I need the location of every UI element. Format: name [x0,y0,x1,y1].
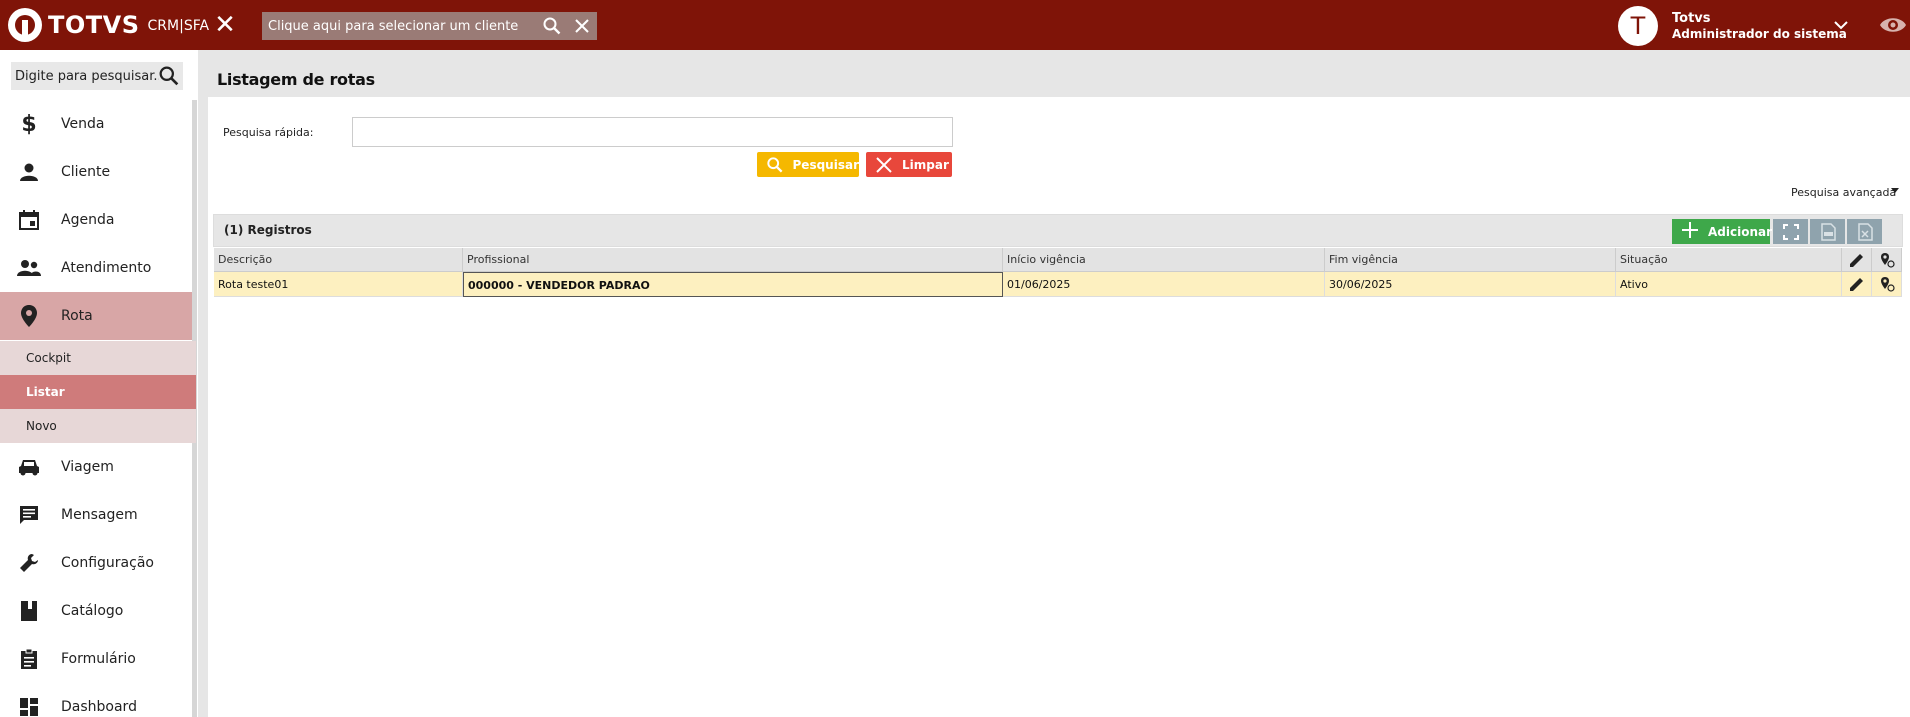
column-header-descricao[interactable]: Descrição [214,248,463,272]
excel-icon [1857,222,1873,241]
sidebar-item-label: Viagem [61,459,114,475]
sidebar-search-placeholder: Digite para pesquisar... [15,68,159,84]
client-selector[interactable]: Clique aqui para selecionar um cliente [262,12,597,40]
map-pin-icon [1880,252,1895,268]
edit-row-button[interactable] [1842,272,1872,297]
dashboard-icon [17,695,41,717]
sidebar-item-viagem[interactable]: Viagem [0,443,192,491]
sidebar-item-configuracao[interactable]: Configuração [0,539,192,587]
totvs-logo[interactable]: TOTVS CRM|SFA [8,8,209,42]
advanced-search-toggle[interactable]: Pesquisa avançada [1791,186,1896,199]
clipboard-icon [17,647,41,671]
sidebar-item-cliente[interactable]: Cliente [0,148,192,196]
table-row-descricao[interactable]: Rota teste01 [214,272,463,297]
caret-down-icon[interactable] [1891,188,1899,193]
eye-icon[interactable] [1878,13,1908,37]
sidebar-subitem-cockpit[interactable]: Cockpit [0,341,196,375]
column-header-fim-vigencia[interactable]: Fim vigência [1325,248,1616,272]
map-row-button[interactable] [1872,272,1902,297]
table-row-inicio-vigencia[interactable]: 01/06/2025 [1003,272,1325,297]
sidebar-item-label: Agenda [61,212,115,228]
sidebar-item-label: Formulário [61,651,136,667]
export-pdf-button[interactable] [1810,219,1845,244]
quick-search-label: Pesquisa rápida: [223,126,314,139]
column-header-inicio-vigencia[interactable]: Início vigência [1003,248,1325,272]
sidebar-item-venda[interactable]: $ Venda [0,100,192,148]
add-button-label: Adicionar [1708,224,1773,239]
top-bar: TOTVS CRM|SFA ✕ Clique aqui para selecio… [0,0,1910,50]
search-button[interactable]: Pesquisar [757,152,859,177]
sidebar-item-label: Mensagem [61,507,138,523]
logo-subtitle: CRM|SFA [147,18,210,34]
logo-text: TOTVS [48,11,140,39]
sidebar-item-label: Configuração [61,555,154,571]
sidebar-item-label: Catálogo [61,603,124,619]
records-count: (1) Registros [224,223,312,237]
sidebar-item-rota[interactable]: Rota [0,292,192,340]
client-selector-placeholder: Clique aqui para selecionar um cliente [268,18,519,34]
add-button[interactable]: Adicionar [1672,219,1773,244]
sidebar-item-atendimento[interactable]: Atendimento [0,244,192,292]
pdf-icon [1820,222,1836,241]
dollar-icon: $ [21,111,37,137]
pencil-icon [1849,253,1863,267]
search-button-label: Pesquisar [792,157,859,172]
sidebar-item-formulario[interactable]: Formulário [0,635,192,683]
chevron-down-icon[interactable] [1832,16,1850,34]
location-pin-icon [17,304,41,328]
export-excel-button[interactable] [1847,219,1882,244]
column-header-profissional[interactable]: Profissional [463,248,1003,272]
fullscreen-icon [1782,223,1799,240]
plus-icon [1682,222,1698,241]
map-pin-icon [1880,277,1895,292]
column-header-edit [1842,248,1872,272]
sidebar-subitem-listar[interactable]: Listar [0,375,196,409]
sidebar-item-label: Venda [61,116,105,132]
sidebar-item-label: Rota [61,308,93,324]
sidebar-item-agenda[interactable]: Agenda [0,196,192,244]
people-icon [17,256,41,280]
column-header-map [1872,248,1902,272]
page-title: Listagem de rotas [217,70,375,89]
person-icon [17,160,41,184]
table-row-situacao[interactable]: Ativo [1616,272,1842,297]
sidebar-item-label: Dashboard [61,699,137,715]
sidebar-subitem-novo[interactable]: Novo [0,409,196,443]
sidebar-item-label: Atendimento [61,260,152,276]
sidebar-item-dashboard[interactable]: Dashboard [0,683,192,717]
pencil-icon [1849,278,1863,291]
search-icon [767,156,785,174]
table-row-fim-vigencia[interactable]: 30/06/2025 [1325,272,1616,297]
calendar-icon [17,208,41,232]
totvs-logo-icon [8,8,42,42]
close-icon [876,156,894,174]
close-menu-icon[interactable]: ✕ [212,12,238,38]
clear-client-icon[interactable] [567,12,597,40]
user-role: Administrador do sistema [1672,27,1847,41]
search-icon[interactable] [159,66,179,86]
user-name: Totvs [1672,11,1711,26]
fullscreen-button[interactable] [1773,219,1808,244]
car-icon [17,455,41,479]
main-content [208,97,1910,717]
message-icon [17,503,41,527]
sidebar-item-mensagem[interactable]: Mensagem [0,491,192,539]
avatar[interactable]: T [1618,6,1658,46]
clear-button[interactable]: Limpar [866,152,952,177]
sidebar-item-label: Cliente [61,164,111,180]
wrench-icon [17,551,41,575]
sidebar-item-catalogo[interactable]: Catálogo [0,587,192,635]
quick-search-input[interactable] [352,117,953,147]
book-icon [17,599,41,623]
search-icon[interactable] [537,12,567,40]
column-header-situacao[interactable]: Situação [1616,248,1842,272]
table-row-profissional[interactable]: 000000 - VENDEDOR PADRAO [463,272,1003,297]
clear-button-label: Limpar [902,157,949,172]
grid-toolbar [213,214,1903,247]
sidebar-search-input[interactable]: Digite para pesquisar... [11,62,183,90]
